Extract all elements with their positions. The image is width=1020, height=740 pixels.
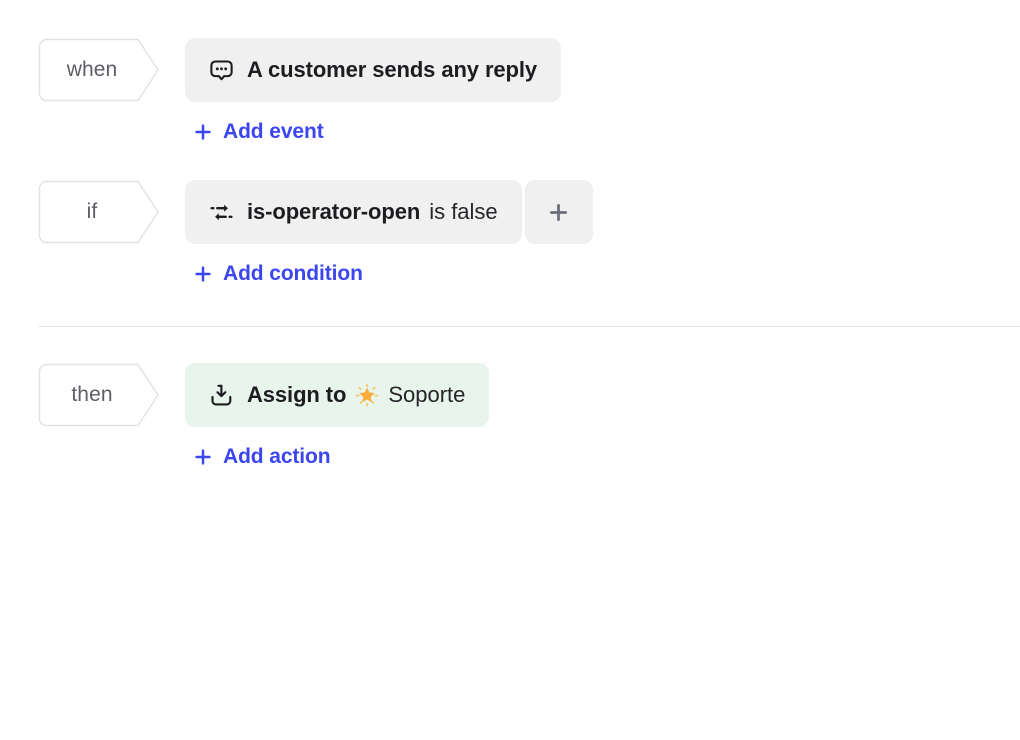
condition-body: is-operator-open is false Add condition [185, 180, 593, 290]
add-action-button[interactable]: Add action [185, 441, 337, 473]
action-assignee: Soporte [388, 382, 466, 407]
spacer-after-divider [0, 327, 1020, 363]
trigger-event-chip[interactable]: A customer sends any reply [185, 38, 562, 102]
if-tag: if [38, 180, 160, 244]
glowing-star-icon [355, 383, 379, 407]
action-body: Assign to Soporte Add action [185, 363, 490, 473]
action-section: then Assign to Soporte Add action [0, 363, 1020, 473]
add-condition-label: Add condition [223, 262, 363, 285]
condition-predicate: is false [429, 199, 498, 224]
condition-subject: is-operator-open [247, 199, 421, 224]
trigger-section: when A customer sends any reply Add even… [0, 38, 1020, 148]
assign-inbox-icon [207, 381, 235, 409]
plus-icon [195, 449, 211, 465]
then-tag: then [38, 363, 160, 427]
condition-section: if is-operator-open is false Add conditi… [0, 180, 1020, 290]
add-condition-button[interactable]: Add condition [185, 258, 369, 290]
condition-chip[interactable]: is-operator-open is false [185, 180, 522, 244]
add-event-label: Add event [223, 120, 324, 143]
exchange-arrows-icon [207, 198, 235, 226]
action-label: Assign to [247, 382, 347, 407]
condition-text: is-operator-open is false [247, 201, 498, 223]
trigger-event-text: A customer sends any reply [247, 59, 537, 81]
condition-chip-row: is-operator-open is false [185, 180, 593, 244]
action-text: Assign to Soporte [247, 383, 465, 407]
if-tag-label: if [86, 200, 98, 223]
action-chip-row: Assign to Soporte [185, 363, 490, 427]
add-action-label: Add action [223, 445, 331, 468]
plus-icon [549, 203, 568, 222]
plus-icon [195, 124, 211, 140]
trigger-body: A customer sends any reply Add event [185, 38, 562, 148]
then-tag-label: then [71, 383, 113, 406]
when-tag-label: when [66, 58, 118, 81]
plus-icon [195, 266, 211, 282]
add-event-button[interactable]: Add event [185, 116, 330, 148]
spacer-before-divider [0, 290, 1020, 326]
add-condition-inline-button[interactable] [524, 180, 593, 244]
trigger-chip-row: A customer sends any reply [185, 38, 562, 102]
trigger-event-label: A customer sends any reply [247, 57, 538, 82]
spacer-trigger-condition [0, 148, 1020, 180]
speech-bubble-dots-icon [207, 56, 235, 84]
when-tag: when [38, 38, 160, 102]
workflow-rule-builder: when A customer sends any reply Add even… [0, 0, 1020, 740]
action-assign-chip[interactable]: Assign to Soporte [185, 363, 490, 427]
